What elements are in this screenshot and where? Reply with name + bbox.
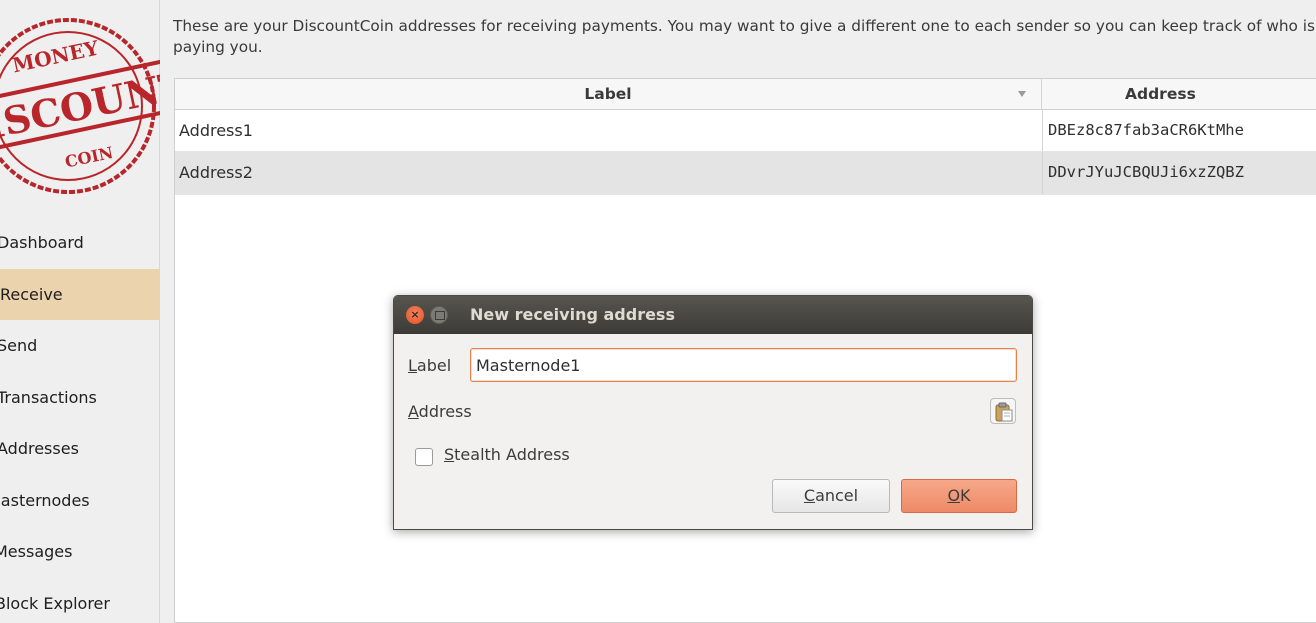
logo-text-money: MONEY xyxy=(10,36,101,78)
table-header: Label Address xyxy=(175,79,1316,110)
sidebar-item-dashboard[interactable]: Dashboard xyxy=(0,217,160,269)
new-receiving-address-dialog: × New receiving address Label Address St… xyxy=(393,295,1033,530)
sidebar-item-send[interactable]: Send xyxy=(0,320,160,372)
sidebar-item-label: Receive xyxy=(0,284,63,304)
sidebar-item-messages[interactable]: Messages xyxy=(0,526,160,578)
sidebar-item-masternodes[interactable]: Masternodes xyxy=(0,475,160,527)
paste-button[interactable] xyxy=(990,398,1016,424)
sidebar-item-label: Addresses xyxy=(0,439,79,458)
sidebar: DISCOUNT MONEY COIN Dashboard Receive Se… xyxy=(0,0,160,623)
sidebar-nav: Dashboard Receive Send Transactions Addr… xyxy=(0,217,160,623)
row-address: DBEz8c87fab3aCR6KtMhe xyxy=(1042,110,1316,151)
stealth-text: tealth Address xyxy=(454,445,570,464)
sidebar-item-label: Messages xyxy=(0,542,73,561)
row-address: DDvrJYuJCBQUJi6xzZQBZ xyxy=(1042,152,1316,194)
sidebar-item-label: Masternodes xyxy=(0,490,90,510)
row-label: Address1 xyxy=(179,121,253,140)
ok-button[interactable]: OK xyxy=(901,479,1017,513)
discount-coin-logo-icon: DISCOUNT MONEY COIN xyxy=(0,6,160,211)
dialog-body: Label Address Stealth Address Cancel OK xyxy=(394,334,1032,530)
table-row[interactable]: Address1 DBEz8c87fab3aCR6KtMhe xyxy=(175,110,1316,152)
logo-text-coin: COIN xyxy=(63,143,115,172)
dialog-titlebar[interactable]: × New receiving address xyxy=(394,296,1032,334)
label-mnemonic: L xyxy=(408,356,417,375)
maximize-icon[interactable] xyxy=(430,306,448,324)
stealth-address-label[interactable]: Stealth Address xyxy=(444,445,570,464)
label-text: abel xyxy=(416,356,452,375)
address-mnemonic: A xyxy=(408,402,419,421)
column-header-label[interactable]: Label xyxy=(175,79,1042,110)
sidebar-item-label: Block Explorer xyxy=(0,593,110,613)
ok-mnemonic: O xyxy=(947,486,961,505)
stealth-mnemonic: S xyxy=(444,445,455,464)
app-window: DISCOUNT MONEY COIN Dashboard Receive Se… xyxy=(0,0,1316,623)
cancel-text: ancel xyxy=(815,486,859,505)
cancel-button[interactable]: Cancel xyxy=(772,479,890,513)
sidebar-item-transactions[interactable]: Transactions xyxy=(0,372,160,424)
table-row[interactable]: Address2 DDvrJYuJCBQUJi6xzZQBZ xyxy=(175,152,1316,195)
sidebar-item-receive[interactable]: Receive xyxy=(0,268,160,320)
close-icon[interactable]: × xyxy=(406,306,424,324)
sidebar-item-block-explorer[interactable]: Block Explorer xyxy=(0,578,160,623)
paste-clipboard-icon xyxy=(995,402,1013,422)
page-description: These are your DiscountCoin addresses fo… xyxy=(173,17,1315,56)
stealth-address-checkbox[interactable] xyxy=(415,448,433,466)
sidebar-item-label: Dashboard xyxy=(0,233,84,252)
label-field-label: Label xyxy=(408,356,451,375)
address-text: ddress xyxy=(418,402,472,421)
ok-text: K xyxy=(960,486,971,505)
cancel-mnemonic: C xyxy=(803,486,816,505)
address-field-label: Address xyxy=(408,402,472,421)
dialog-title: New receiving address xyxy=(470,305,675,324)
label-input[interactable] xyxy=(470,348,1017,382)
sidebar-item-label: Transactions xyxy=(0,387,97,407)
column-header-address[interactable]: Address xyxy=(1125,79,1196,110)
sidebar-item-addresses[interactable]: Addresses xyxy=(0,423,160,475)
sort-descending-icon xyxy=(1018,91,1026,97)
sidebar-item-label: Send xyxy=(0,336,38,355)
row-label: Address2 xyxy=(179,163,253,182)
